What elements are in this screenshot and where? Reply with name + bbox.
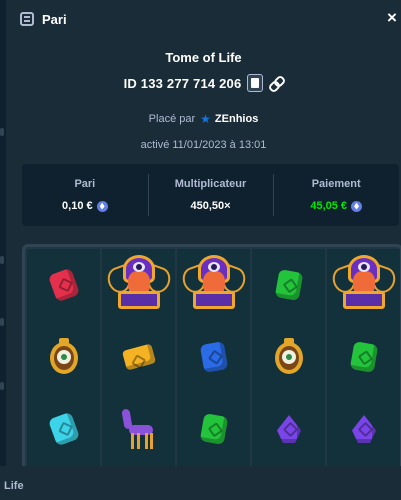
background-marker xyxy=(0,382,4,390)
placed-by-label: Placé par xyxy=(148,113,196,125)
purple-gem-icon xyxy=(27,393,101,465)
close-icon[interactable]: × xyxy=(385,9,399,26)
background-game-title: Life xyxy=(4,480,24,492)
eye-potion-icon xyxy=(27,321,101,393)
purple-gem-icon xyxy=(327,393,400,465)
stat-payout: Paiement 45,05 € xyxy=(273,174,399,216)
stat-bet-label: Pari xyxy=(74,178,96,190)
stat-multiplier-value: 450,50× xyxy=(190,200,231,212)
yellow-gem-icon xyxy=(102,321,176,393)
slot-reels xyxy=(22,244,401,466)
slot-reel xyxy=(27,249,100,466)
tome-symbol-icon xyxy=(327,249,400,321)
background-marker xyxy=(0,128,4,136)
eye-potion-icon xyxy=(252,321,326,393)
tome-symbol-icon xyxy=(102,249,176,321)
reels-grid xyxy=(27,249,400,466)
copy-icon[interactable] xyxy=(247,74,264,92)
placed-by-row: Placé par ★ ZEnhios xyxy=(6,112,401,126)
vip-star-icon: ★ xyxy=(200,112,211,126)
slot-reel xyxy=(177,249,250,466)
tome-symbol-icon xyxy=(177,249,251,321)
stat-payout-label: Paiement xyxy=(311,178,361,190)
stat-payout-value: 45,05 € xyxy=(310,200,348,212)
slot-reel xyxy=(252,249,325,466)
red-gem-icon xyxy=(27,249,101,321)
bet-info: Tome of Life ID 133 277 714 206 Placé pa… xyxy=(6,38,401,153)
eth-currency-icon xyxy=(351,200,363,212)
activated-timestamp: activé 11/01/2023 à 13:01 xyxy=(140,139,267,151)
stat-payout-value-row: 45,05 € xyxy=(273,200,399,212)
green-gem-icon xyxy=(252,249,326,321)
stat-bet-value: 0,10 € xyxy=(62,200,93,212)
stat-multiplier-label: Multiplicateur xyxy=(174,178,247,190)
receipt-icon xyxy=(20,12,34,26)
eth-currency-icon xyxy=(96,200,108,212)
bet-id-row: ID 133 277 714 206 xyxy=(6,72,401,94)
background-page xyxy=(0,466,401,500)
bet-modal: Pari × Tome of Life ID 133 277 714 206 P… xyxy=(6,0,401,466)
stat-bet: Pari 0,10 € xyxy=(22,178,148,212)
stat-multiplier: Multiplicateur 450,50× xyxy=(147,174,274,216)
link-icon[interactable] xyxy=(269,76,283,90)
username-link[interactable]: ZEnhios xyxy=(215,113,258,125)
green-gem-icon xyxy=(327,321,400,393)
purple-gem-icon xyxy=(102,393,176,465)
slot-reel xyxy=(327,249,400,466)
stat-bet-value-row: 0,10 € xyxy=(22,200,148,212)
background-marker xyxy=(0,318,4,326)
slot-reel xyxy=(102,249,175,466)
green-gem-icon xyxy=(177,393,251,465)
blue-gem-icon xyxy=(177,321,251,393)
game-name[interactable]: Tome of Life xyxy=(6,50,401,68)
bet-stats-panel: Pari 0,10 € Multiplicateur 450,50× Paiem… xyxy=(22,164,399,226)
modal-title: Pari xyxy=(42,11,67,27)
background-marker xyxy=(0,256,4,264)
purple-gem-icon xyxy=(252,393,326,465)
modal-header: Pari × xyxy=(6,0,401,38)
bet-id: ID 133 277 714 206 xyxy=(123,75,242,91)
